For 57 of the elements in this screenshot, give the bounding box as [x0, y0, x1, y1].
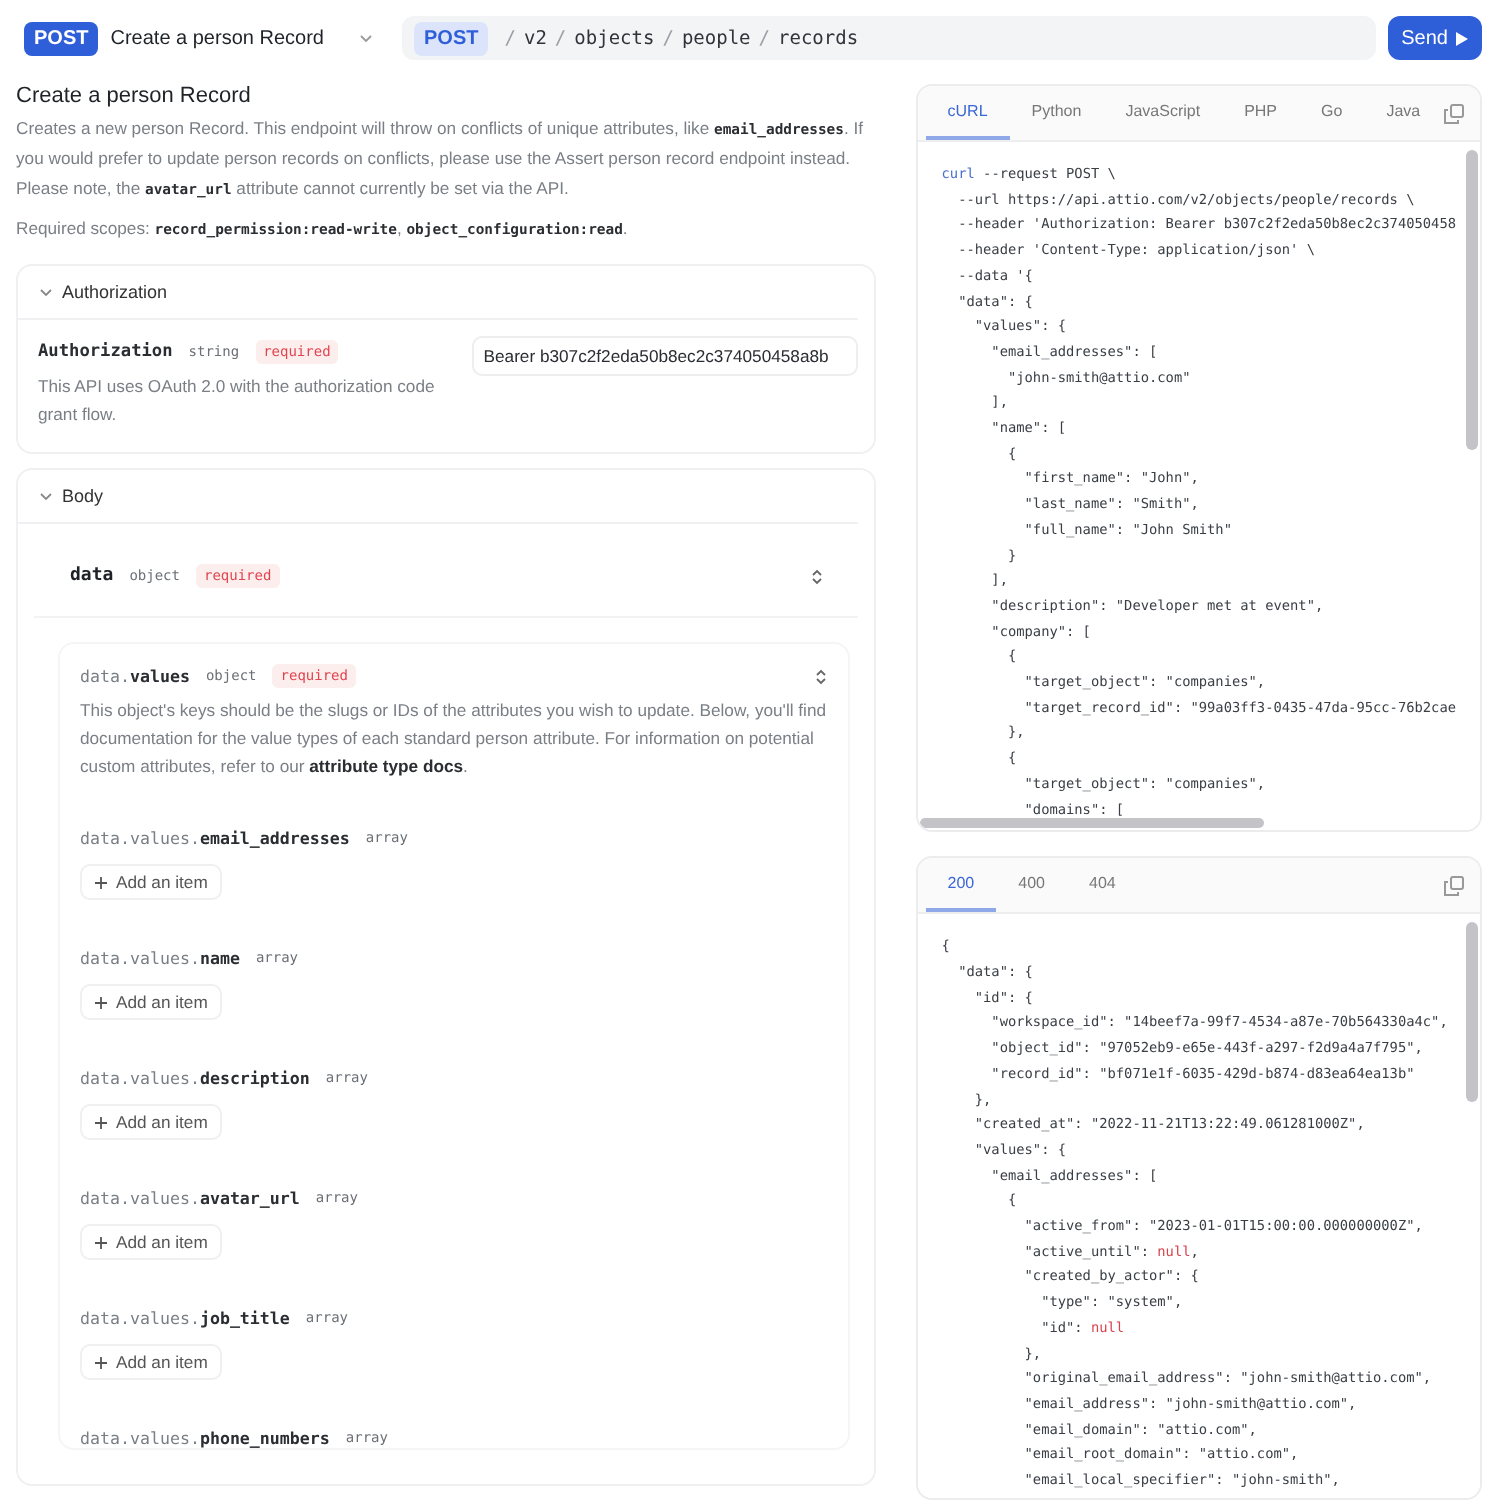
language-tab[interactable]: Java — [1364, 86, 1443, 140]
language-tab[interactable]: PHP — [1222, 86, 1300, 140]
param-name: data.values — [80, 666, 190, 686]
section-header[interactable]: Body — [18, 470, 858, 524]
expand-collapse-icon[interactable] — [813, 667, 828, 685]
scrollbar-thumb[interactable] — [1466, 922, 1478, 1103]
field-name: data.values.email_addresses — [80, 828, 350, 848]
method-badge: POST — [414, 21, 489, 55]
path-text: people — [681, 27, 751, 49]
method-badge: POST — [24, 21, 99, 55]
expand-collapse-icon[interactable] — [809, 567, 824, 585]
language-tab[interactable]: Python — [1009, 86, 1104, 140]
param-description: This API uses OAuth 2.0 with the authorization code grant flow. — [38, 374, 437, 428]
field-name: data.values.avatar_url — [80, 1188, 300, 1208]
chevron-icon[interactable] — [38, 488, 54, 504]
endpoint-select[interactable]: POST Create a person Record — [16, 16, 390, 60]
authorization-input[interactable]: Bearer b307c2f2eda50b8ec2c374050458a8b — [471, 336, 858, 376]
plus-icon — [94, 1115, 108, 1129]
path-separator: / — [504, 27, 516, 49]
field-name: data.values.phone_numbers — [80, 1428, 330, 1448]
path-text: records — [778, 27, 859, 49]
path-separator: / — [662, 27, 674, 49]
plus-icon — [94, 1355, 108, 1369]
plus-icon — [94, 1235, 108, 1249]
section-header[interactable]: Authorization — [18, 266, 858, 320]
path-separator: / — [758, 27, 770, 49]
param-name: Authorization — [38, 342, 173, 362]
path-text: v2 — [523, 27, 547, 49]
copy-icon[interactable] — [1444, 103, 1464, 123]
chevron-icon[interactable] — [38, 284, 54, 300]
plus-icon — [94, 875, 108, 889]
scrollbar-thumb[interactable] — [1466, 150, 1478, 450]
add-item-button[interactable]: Add an item — [80, 984, 222, 1020]
field-name: data.values.description — [80, 1068, 310, 1088]
add-item-button[interactable]: Add an item — [80, 864, 222, 900]
plus-icon — [94, 995, 108, 1009]
field-name: data.values.job_title — [80, 1308, 290, 1328]
url-bar[interactable]: POST / v2 / objects / people / records — [402, 16, 1376, 60]
page-title: Create a person Record — [16, 84, 253, 108]
scrollbar-thumb[interactable] — [919, 818, 1264, 829]
param-description: This object's keys should be the slugs or IDs of the attributes you wish to update. Below, you'll find documentation for the value types of each standard person attribute. For information on potential custom attributes, refer to our attribute type docs. — [80, 698, 828, 780]
send-button[interactable]: Send — [1387, 16, 1482, 60]
field-name: data.values.name — [80, 948, 240, 968]
language-tab[interactable]: JavaScript — [1103, 86, 1223, 140]
path-separator: / — [554, 27, 567, 49]
language-tab[interactable]: 404 — [1067, 858, 1138, 913]
path-text: objects — [574, 27, 655, 49]
language-tab[interactable]: 400 — [996, 858, 1067, 913]
add-item-button[interactable]: Add an item — [80, 1104, 222, 1140]
language-tab[interactable]: Go — [1299, 86, 1365, 140]
add-item-button[interactable]: Add an item — [80, 1344, 222, 1380]
param-name: data — [70, 566, 114, 586]
copy-icon[interactable] — [1444, 875, 1464, 896]
chevron-icon — [358, 30, 374, 46]
endpoint-title: Create a person Record — [110, 27, 326, 49]
play-icon — [1456, 31, 1468, 45]
add-item-button[interactable]: Add an item — [80, 1224, 222, 1260]
